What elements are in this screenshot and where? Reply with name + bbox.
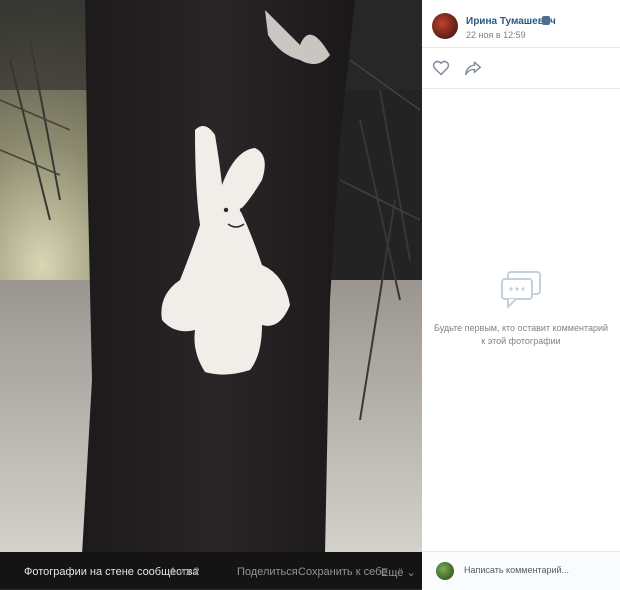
action-bar — [422, 48, 620, 89]
save-button[interactable]: Сохранить к себе — [298, 566, 387, 578]
comments-icon — [501, 271, 541, 308]
share-arrow-icon[interactable] — [464, 60, 482, 76]
heart-outline-icon[interactable] — [432, 60, 450, 76]
comments-empty-state: Будьте первым, кто оставит комментарий к… — [422, 270, 620, 348]
photo-image — [0, 0, 422, 589]
photo-sidebar: Ирина Тумашевич 22 ноя в 12:59 Будьте пе… — [422, 0, 620, 590]
share-button[interactable]: Поделиться — [237, 566, 298, 578]
comment-composer: Написать комментарий... — [422, 551, 620, 590]
photo-bottom-bar: Фотографии на стене сообщества 1 из 2 По… — [0, 552, 422, 589]
photo-counter: 1 из 2 — [170, 566, 200, 578]
post-date[interactable]: 22 ноя в 12:59 — [466, 30, 526, 40]
author-header: Ирина Тумашевич 22 ноя в 12:59 — [422, 0, 620, 48]
comment-input[interactable]: Написать комментарий... — [464, 565, 569, 575]
empty-comments-text: Будьте первым, кто оставит комментарий к… — [434, 323, 609, 346]
current-user-avatar — [436, 562, 454, 580]
photo-viewer[interactable]: Фотографии на стене сообщества 1 из 2 По… — [0, 0, 422, 589]
more-dropdown[interactable]: Ещё ⌄ — [381, 566, 416, 579]
avatar[interactable] — [432, 13, 458, 39]
badge-icon — [542, 16, 550, 25]
